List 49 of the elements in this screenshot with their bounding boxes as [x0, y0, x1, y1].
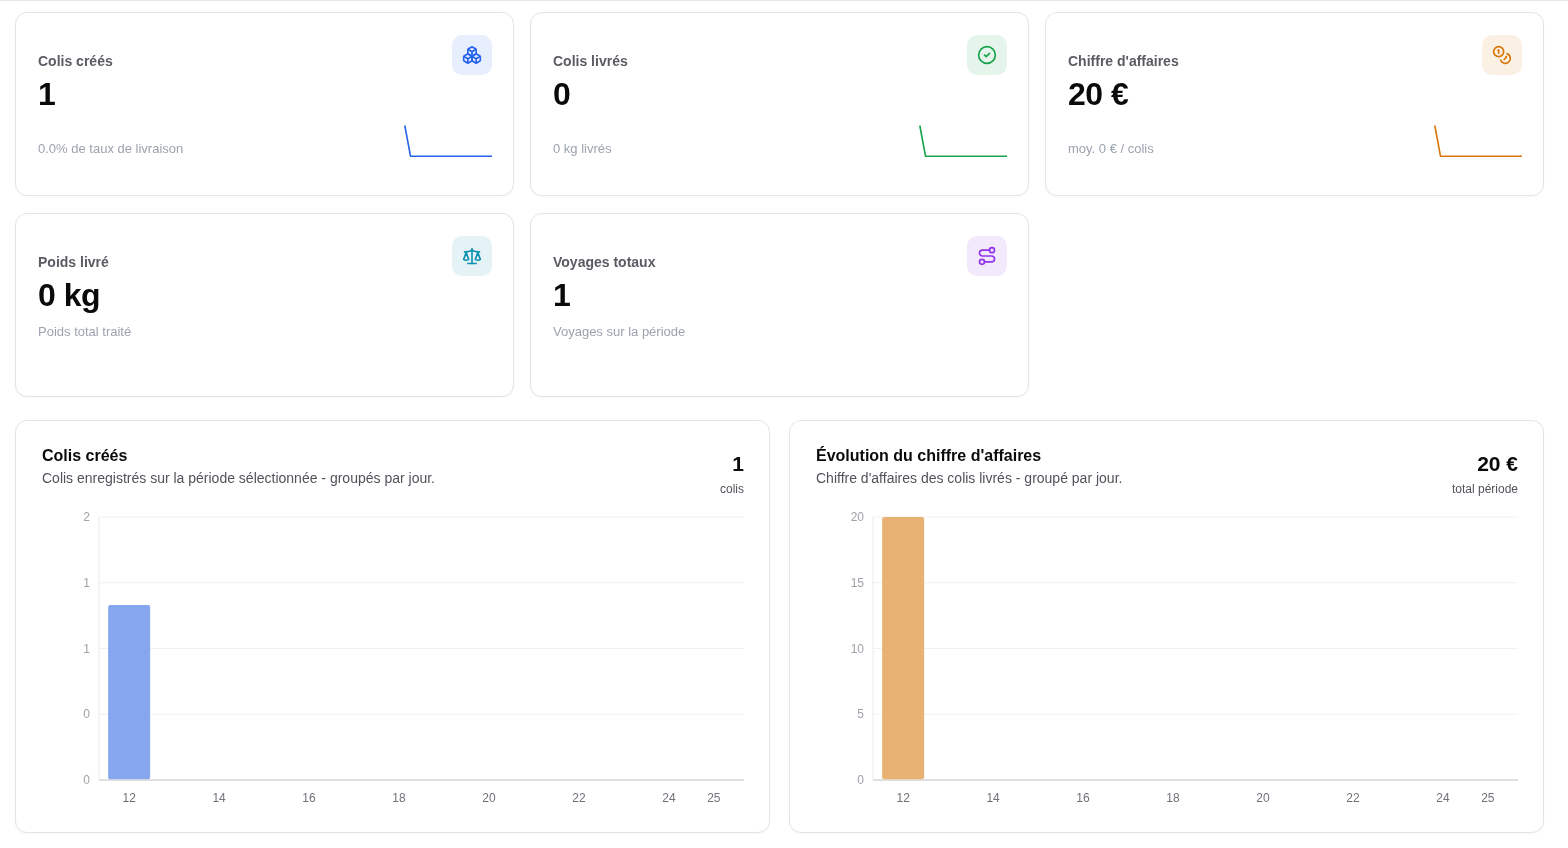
stat-value: 0	[553, 75, 571, 113]
x-tick-label: 25	[1481, 791, 1495, 805]
y-tick-label: 0	[83, 773, 90, 787]
chart-title: Évolution du chiffre d'affaires	[816, 446, 1042, 466]
x-tick-label: 18	[1166, 791, 1180, 805]
x-tick-label: 20	[1256, 791, 1270, 805]
stat-value: 1	[38, 75, 56, 113]
stat-caption: moy. 0 € / colis	[1068, 141, 1154, 157]
stat-caption: 0.0% de taux de livraison	[38, 141, 184, 157]
x-tick-label: 24	[1436, 791, 1450, 805]
stat-value: 0 kg	[38, 276, 101, 314]
y-tick-label: 20	[850, 510, 864, 524]
chart-total: 20 €	[1477, 452, 1518, 476]
y-tick-label: 1	[83, 641, 90, 656]
x-tick-label: 22	[1346, 791, 1360, 805]
y-tick-label: 1	[83, 575, 90, 590]
stat-value: 1	[553, 276, 571, 314]
x-tick-label: 22	[572, 791, 586, 805]
y-tick-label: 15	[850, 575, 864, 590]
chart-subtitle: Colis enregistrés sur la période sélectionnée - groupés par jour.	[42, 469, 435, 488]
stat-caption: Voyages sur la période	[553, 324, 686, 340]
chart-subtitle: Chiffre d'affaires des colis livrés - groupé par jour.	[816, 469, 1123, 488]
x-tick-label: 16	[1076, 791, 1090, 805]
stat-caption: Poids total traité	[38, 324, 132, 340]
chart-total-label: total période	[1451, 481, 1518, 497]
x-tick-label: 14	[986, 791, 1000, 805]
x-tick-label: 16	[302, 791, 316, 805]
x-tick-label: 24	[662, 791, 676, 805]
card-title: Chiffre d'affaires	[1068, 52, 1179, 70]
y-tick-label: 0	[857, 773, 864, 787]
card-title: Colis livrés	[553, 52, 628, 70]
x-tick-label: 25	[707, 791, 721, 805]
x-tick-label: 12	[896, 791, 910, 805]
x-tick-label: 14	[212, 791, 226, 805]
x-tick-label: 18	[392, 791, 406, 805]
y-tick-label: 2	[83, 510, 90, 524]
stat-caption: 0 kg livrés	[553, 141, 612, 157]
chart-total: 1	[732, 452, 744, 476]
card-title: Voyages totaux	[553, 253, 656, 271]
card-title: Poids livré	[38, 253, 109, 271]
y-tick-label: 5	[857, 707, 864, 722]
stat-value: 20 €	[1068, 75, 1129, 113]
chart-title: Colis créés	[42, 446, 128, 466]
x-tick-label: 20	[482, 791, 496, 805]
y-tick-label: 10	[850, 641, 864, 656]
y-tick-label: 0	[83, 707, 90, 722]
chart-total-label: colis	[720, 481, 744, 497]
x-tick-label: 12	[122, 791, 136, 805]
card-title: Colis créés	[38, 52, 113, 70]
